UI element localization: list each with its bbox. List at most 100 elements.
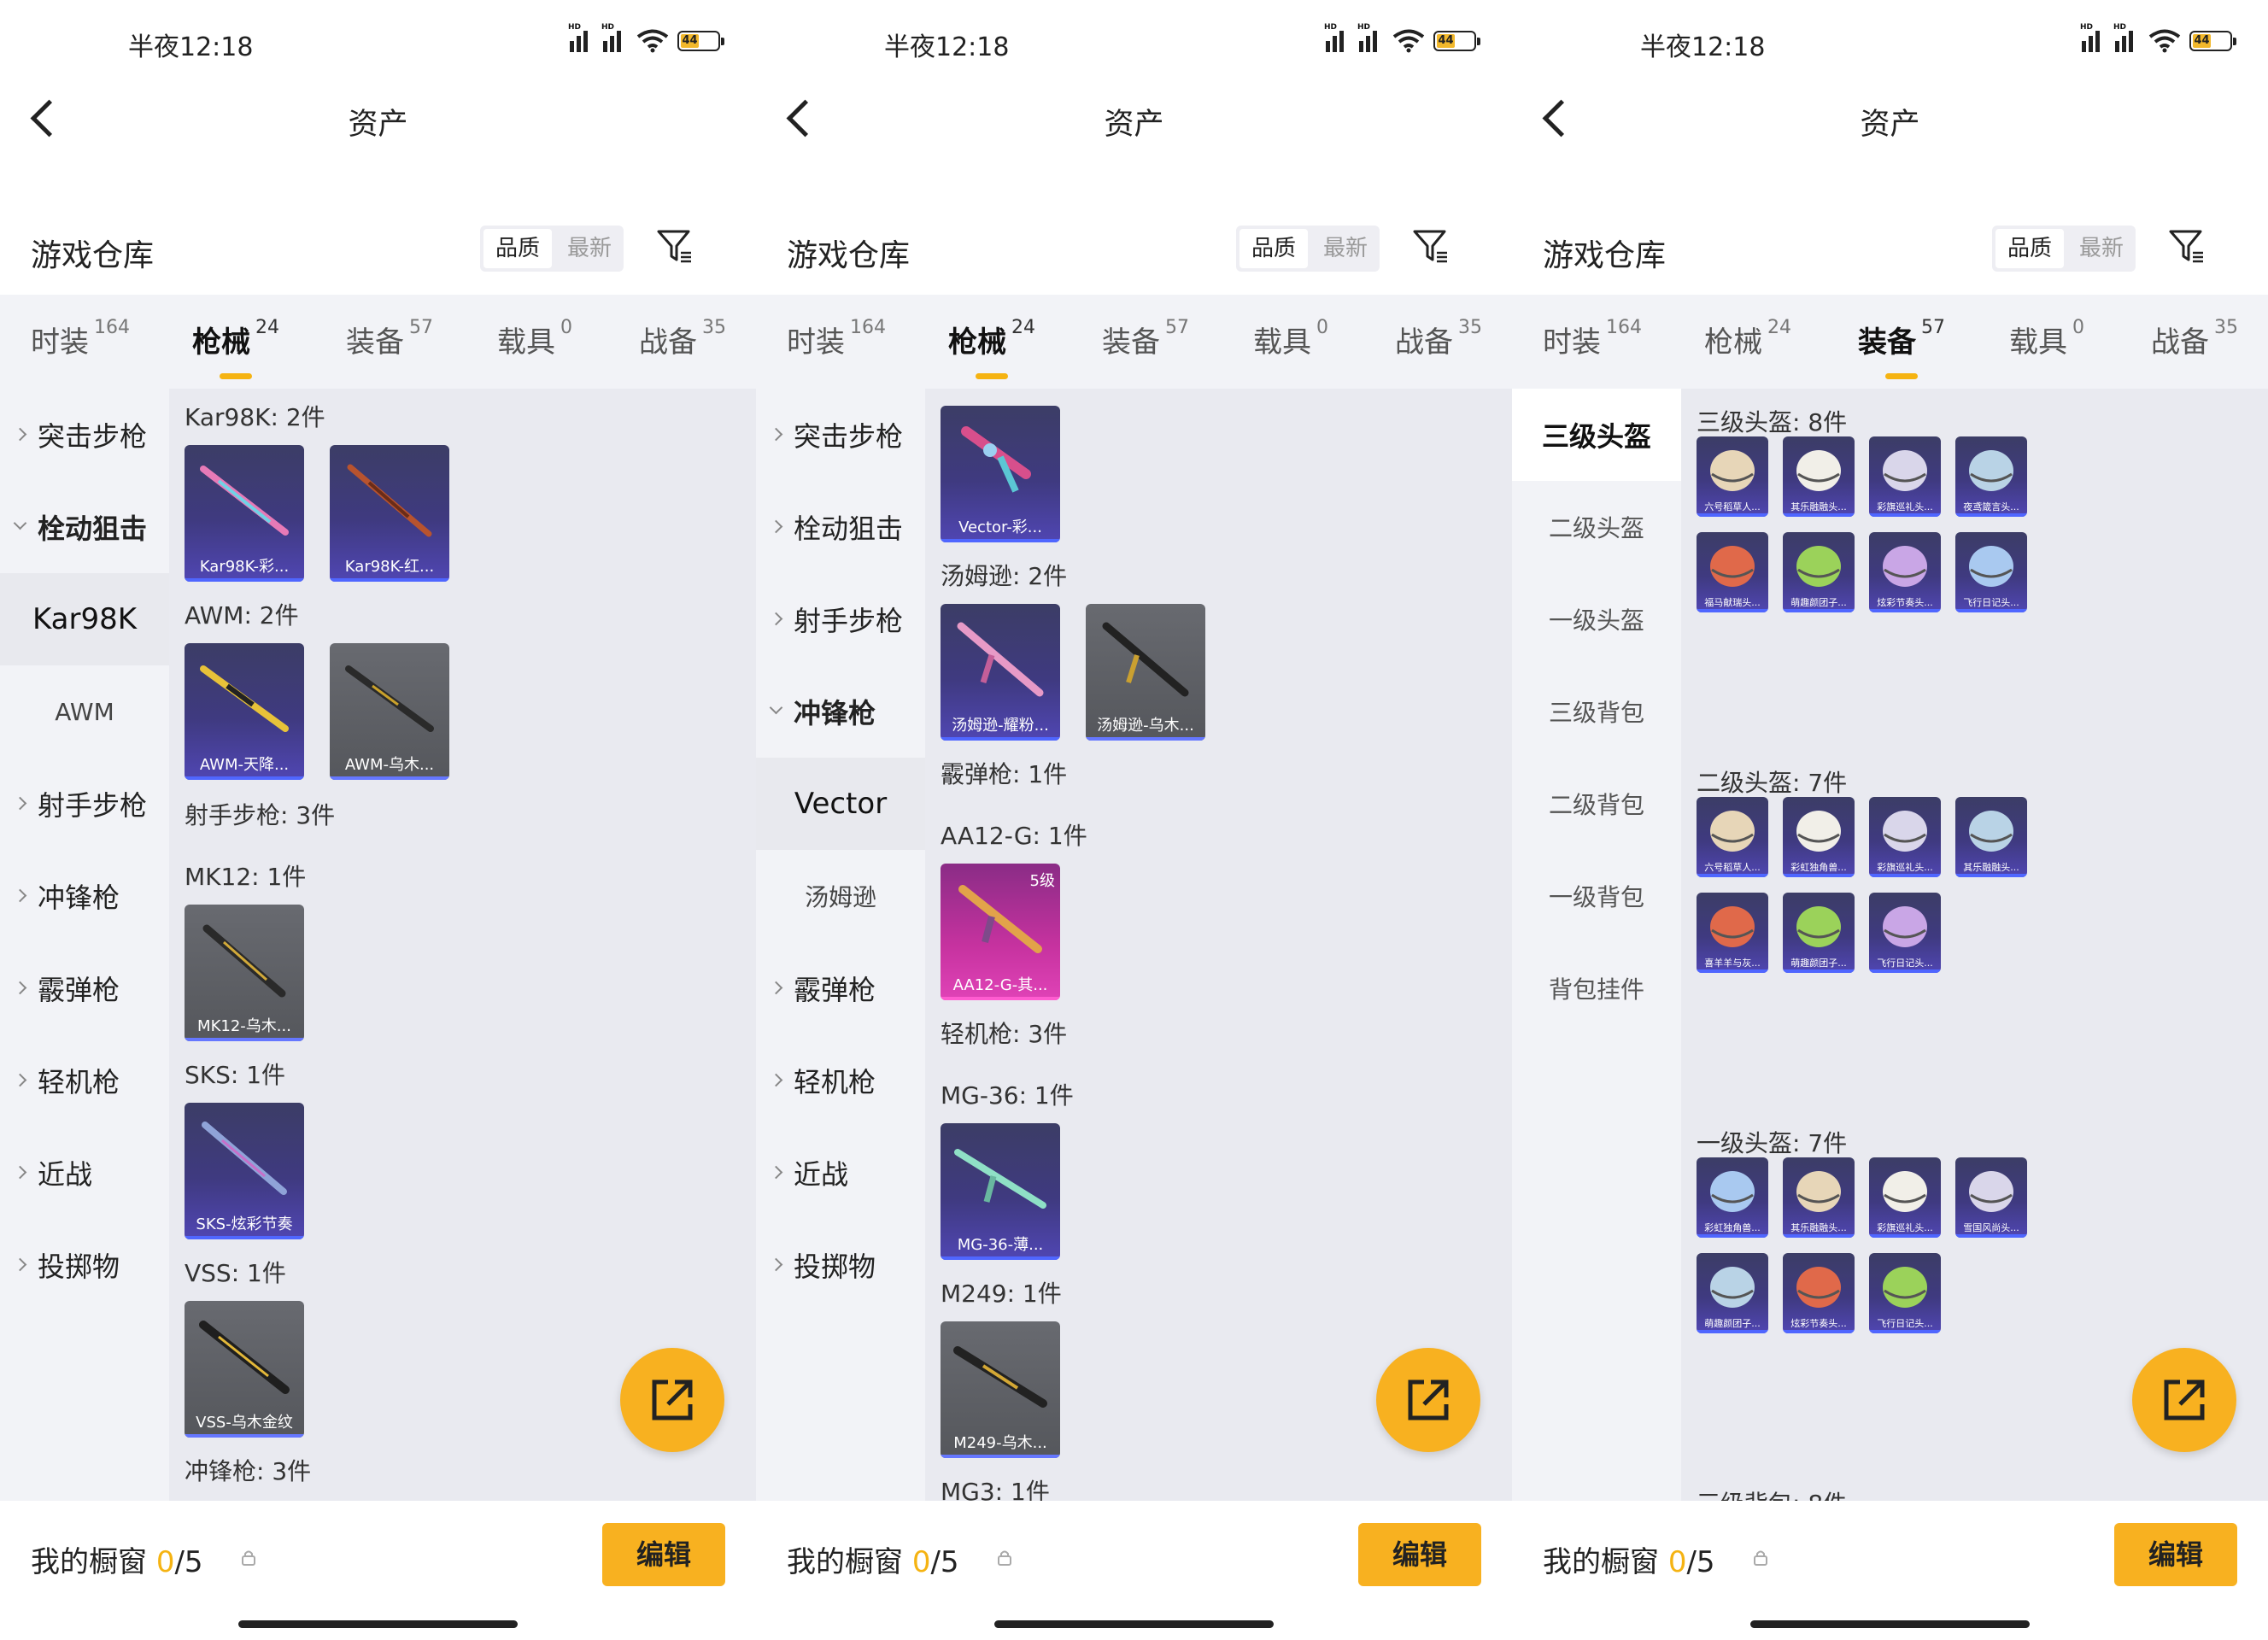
item-card[interactable]: 萌趣颜团子... bbox=[1783, 532, 1855, 612]
item-card[interactable]: SKS-炫彩节奏 bbox=[185, 1103, 304, 1239]
sidebar-item-bolt-sniper[interactable]: 栓动狙击 bbox=[756, 481, 925, 573]
item-card[interactable]: 飞行日记头... bbox=[1955, 532, 2027, 612]
item-card[interactable]: 六号稻草人... bbox=[1697, 436, 1768, 517]
filter-icon[interactable] bbox=[1412, 227, 1450, 265]
tab-fashion[interactable]: 时装 164 bbox=[31, 317, 130, 360]
helmet-icon bbox=[1969, 1171, 2013, 1212]
sidebar-item-smg[interactable]: 冲锋枪 bbox=[0, 850, 169, 942]
sidebar-item-throwables[interactable]: 投掷物 bbox=[756, 1219, 925, 1311]
tab-supplies[interactable]: 战备 35 bbox=[2151, 317, 2238, 360]
tab-equipment[interactable]: 装备 57 bbox=[346, 317, 433, 360]
sidebar-item-assault-rifle[interactable]: 突击步枪 bbox=[0, 389, 169, 481]
item-card[interactable]: 飞行日记头... bbox=[1869, 893, 1941, 973]
sidebar-item-vector[interactable]: Vector bbox=[756, 758, 925, 850]
sort-quality-button[interactable]: 品质 bbox=[1995, 229, 2065, 268]
share-button[interactable] bbox=[1376, 1348, 1480, 1452]
home-indicator bbox=[238, 1620, 518, 1628]
edit-button[interactable]: 编辑 bbox=[602, 1523, 725, 1586]
helmet-icon bbox=[1969, 811, 2013, 852]
filter-icon[interactable] bbox=[2168, 227, 2206, 265]
sidebar-item-level3-backpack[interactable]: 三级背包 bbox=[1512, 665, 1681, 758]
tab-supplies[interactable]: 战备 35 bbox=[639, 317, 726, 360]
item-card[interactable]: 雪国风尚头... bbox=[1955, 1157, 2027, 1238]
item-card[interactable]: AWM-天降... bbox=[185, 643, 304, 780]
sidebar-item-level3-helmet[interactable]: 三级头盔 bbox=[1512, 389, 1681, 481]
sidebar-item-lmg[interactable]: 轻机枪 bbox=[756, 1034, 925, 1127]
sidebar-item-throwables[interactable]: 投掷物 bbox=[0, 1219, 169, 1311]
sidebar-item-melee[interactable]: 近战 bbox=[0, 1127, 169, 1219]
tab-fashion[interactable]: 时装 164 bbox=[1543, 317, 1642, 360]
item-card[interactable]: 其乐融融头... bbox=[1783, 1157, 1855, 1238]
item-card[interactable]: 六号稻草人... bbox=[1697, 797, 1768, 877]
edit-button[interactable]: 编辑 bbox=[2114, 1523, 2237, 1586]
status-bar: 半夜12:18 HD HD 44 bbox=[1512, 23, 2268, 63]
item-card[interactable]: 其乐融融头... bbox=[1955, 797, 2027, 877]
filter-icon[interactable] bbox=[656, 227, 694, 265]
tab-equipment[interactable]: 装备 57 bbox=[1102, 317, 1189, 360]
item-card[interactable]: 炫彩节奏头... bbox=[1869, 532, 1941, 612]
sort-quality-button[interactable]: 品质 bbox=[1239, 229, 1309, 268]
item-card[interactable]: Kar98K-彩... bbox=[185, 445, 304, 582]
item-card[interactable]: 福马献瑞头... bbox=[1697, 532, 1768, 612]
section-header: M249: 1件 bbox=[941, 1280, 1062, 1308]
sidebar-item-smg[interactable]: 冲锋枪 bbox=[756, 665, 925, 758]
sidebar-item-marksman-rifle[interactable]: 射手步枪 bbox=[756, 573, 925, 665]
tab-guns[interactable]: 枪械 24 bbox=[1704, 317, 1791, 360]
item-card[interactable]: 彩虹独角兽... bbox=[1697, 1157, 1768, 1238]
item-card[interactable]: 萌趣颜团子... bbox=[1783, 893, 1855, 973]
tab-vehicles[interactable]: 载具 0 bbox=[2009, 317, 2084, 360]
wifi-icon bbox=[2148, 29, 2181, 53]
sidebar-item-level1-helmet[interactable]: 一级头盔 bbox=[1512, 573, 1681, 665]
sidebar-item-assault-rifle[interactable]: 突击步枪 bbox=[756, 389, 925, 481]
sidebar-item-melee[interactable]: 近战 bbox=[756, 1127, 925, 1219]
edit-button[interactable]: 编辑 bbox=[1358, 1523, 1481, 1586]
sidebar-item-lmg[interactable]: 轻机枪 bbox=[0, 1034, 169, 1127]
item-card[interactable]: 5级 AA12-G-其... bbox=[941, 864, 1060, 1000]
sort-quality-button[interactable]: 品质 bbox=[483, 229, 553, 268]
tab-vehicles[interactable]: 载具 0 bbox=[497, 317, 572, 360]
tab-guns[interactable]: 枪械 24 bbox=[192, 317, 279, 360]
helmet-icon bbox=[1710, 1171, 1755, 1212]
sidebar-item-shotgun[interactable]: 霰弹枪 bbox=[0, 942, 169, 1034]
item-card[interactable]: 喜羊羊与灰... bbox=[1697, 893, 1768, 973]
item-card[interactable]: 彩旗巡礼头... bbox=[1869, 797, 1941, 877]
sidebar-item-awm[interactable]: AWM bbox=[0, 665, 169, 758]
sort-latest-button[interactable]: 最新 bbox=[1311, 226, 1380, 272]
item-card[interactable]: 飞行日记头... bbox=[1869, 1253, 1941, 1333]
sidebar-item-bolt-sniper[interactable]: 栓动狙击 bbox=[0, 481, 169, 573]
item-card[interactable]: 汤姆逊-乌木... bbox=[1086, 604, 1205, 741]
item-card[interactable]: MK12-乌木... bbox=[185, 905, 304, 1041]
sort-latest-button[interactable]: 最新 bbox=[2067, 226, 2136, 272]
tab-vehicles[interactable]: 载具 0 bbox=[1253, 317, 1328, 360]
item-card[interactable]: 其乐融融头... bbox=[1783, 436, 1855, 517]
sidebar-item-backpack-charm[interactable]: 背包挂件 bbox=[1512, 942, 1681, 1034]
item-card[interactable]: 炫彩节奏头... bbox=[1783, 1253, 1855, 1333]
sidebar-item-marksman-rifle[interactable]: 射手步枪 bbox=[0, 758, 169, 850]
sidebar-item-level1-backpack[interactable]: 一级背包 bbox=[1512, 850, 1681, 942]
tab-equipment[interactable]: 装备 57 bbox=[1858, 317, 1945, 360]
section-header: MG-36: 1件 bbox=[941, 1081, 1074, 1110]
sidebar-item-kar98k[interactable]: Kar98K bbox=[0, 573, 169, 665]
item-card[interactable]: 彩旗巡礼头... bbox=[1869, 1157, 1941, 1238]
item-card[interactable]: 彩虹独角兽... bbox=[1783, 797, 1855, 877]
item-card[interactable]: 夜鸢箴言头... bbox=[1955, 436, 2027, 517]
item-card[interactable]: VSS-乌木金纹 bbox=[185, 1301, 304, 1438]
sort-latest-button[interactable]: 最新 bbox=[555, 226, 624, 272]
item-card[interactable]: 彩旗巡礼头... bbox=[1869, 436, 1941, 517]
item-card[interactable]: 萌趣颜团子... bbox=[1697, 1253, 1768, 1333]
item-card[interactable]: M249-乌木... bbox=[941, 1321, 1060, 1458]
share-button[interactable] bbox=[620, 1348, 724, 1452]
sidebar-item-level2-backpack[interactable]: 二级背包 bbox=[1512, 758, 1681, 850]
tab-fashion[interactable]: 时装 164 bbox=[787, 317, 886, 360]
item-card[interactable]: Vector-彩... bbox=[941, 406, 1060, 542]
share-button[interactable] bbox=[2132, 1348, 2236, 1452]
sidebar-item-thompson[interactable]: 汤姆逊 bbox=[756, 850, 925, 942]
tab-supplies[interactable]: 战备 35 bbox=[1395, 317, 1482, 360]
sidebar-item-level2-helmet[interactable]: 二级头盔 bbox=[1512, 481, 1681, 573]
item-card[interactable]: AWM-乌木... bbox=[330, 643, 449, 780]
item-card[interactable]: MG-36-薄... bbox=[941, 1123, 1060, 1260]
item-card[interactable]: 汤姆逊-耀粉... bbox=[941, 604, 1060, 741]
item-card[interactable]: Kar98K-红... bbox=[330, 445, 449, 582]
tab-guns[interactable]: 枪械 24 bbox=[948, 317, 1035, 360]
sidebar-item-shotgun[interactable]: 霰弹枪 bbox=[756, 942, 925, 1034]
